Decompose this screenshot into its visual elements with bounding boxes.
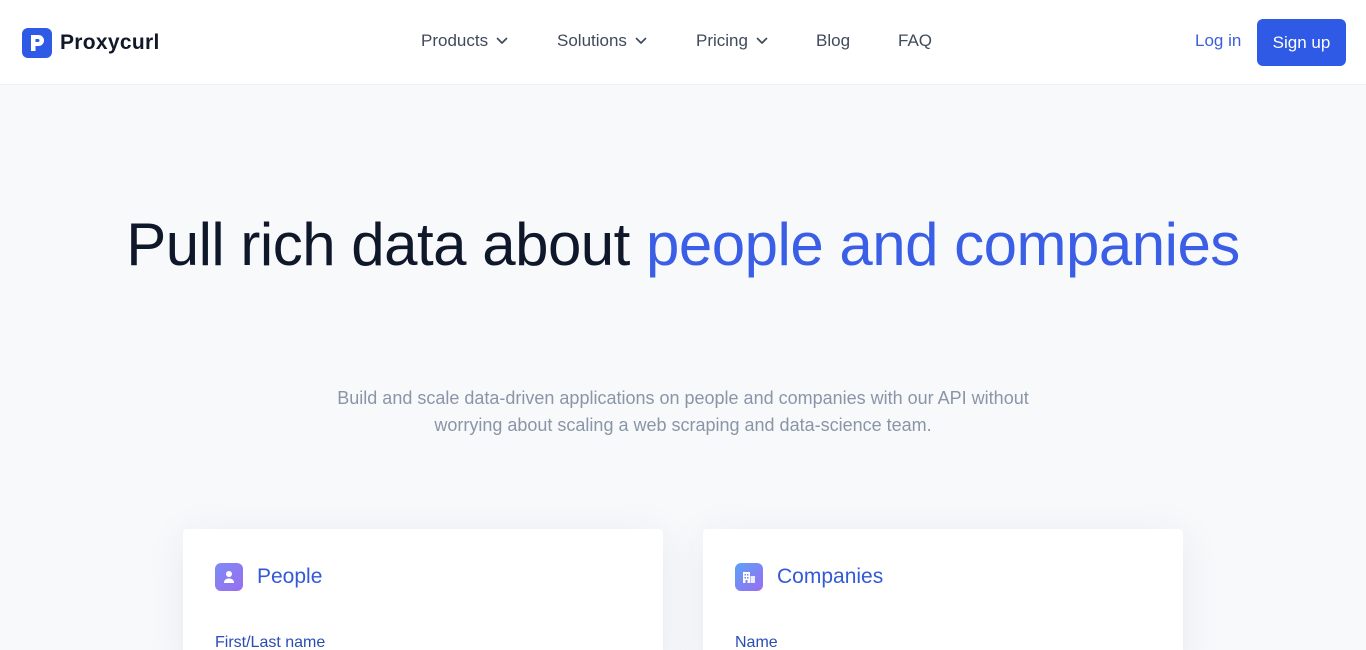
top-navbar: Proxycurl Products Solutions Pricing Blo… — [0, 0, 1366, 85]
first-last-name-label: First/Last name — [215, 634, 326, 650]
people-card-title: People — [257, 565, 323, 588]
company-name-label: Name — [735, 634, 778, 650]
nav-faq[interactable]: FAQ — [898, 31, 932, 51]
building-icon — [735, 563, 763, 591]
companies-card: Companies Name — [703, 529, 1183, 650]
hero-title-accent: people and companies — [646, 211, 1240, 278]
nav-blog-label: Blog — [816, 31, 851, 50]
person-icon — [215, 563, 243, 591]
nav-pricing[interactable]: Pricing — [696, 31, 768, 51]
hero-subtitle: Build and scale data-driven applications… — [337, 388, 1029, 435]
nav-solutions[interactable]: Solutions — [557, 31, 647, 51]
companies-card-header: Companies — [735, 563, 883, 591]
chevron-down-icon — [635, 37, 647, 44]
people-card: People First/Last name — [183, 529, 663, 650]
nav-pricing-label: Pricing — [696, 31, 748, 50]
main-nav: Products Solutions Pricing Blog FAQ — [0, 0, 1366, 85]
chevron-down-icon — [756, 37, 768, 44]
companies-card-title: Companies — [777, 565, 884, 588]
hero-title-plain: Pull rich data about — [126, 211, 647, 278]
nav-faq-label: FAQ — [898, 31, 933, 50]
nav-solutions-label: Solutions — [557, 31, 627, 50]
people-card-header: People — [215, 563, 322, 591]
nav-blog[interactable]: Blog — [816, 31, 850, 51]
nav-products-label: Products — [421, 31, 489, 50]
hero-title: Pull rich data about people and companie… — [0, 208, 1366, 281]
login-link[interactable]: Log in — [1195, 31, 1241, 51]
nav-products[interactable]: Products — [421, 31, 508, 51]
chevron-down-icon — [496, 37, 508, 44]
signup-button[interactable]: Sign up — [1257, 19, 1346, 66]
